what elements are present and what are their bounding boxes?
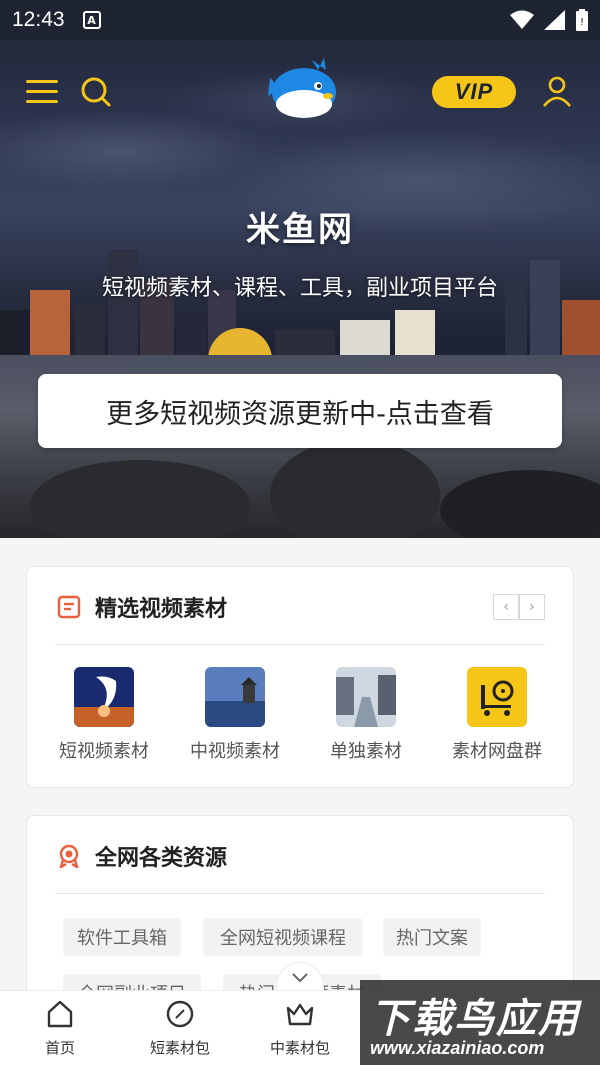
pufferfish-logo[interactable] — [262, 52, 340, 122]
more-resources-button[interactable]: 更多短视频资源更新中-点击查看 — [38, 374, 562, 448]
card-header: 全网各类资源 — [27, 816, 573, 894]
featured-item-label: 短视频素材 — [59, 741, 149, 762]
wifi-icon — [510, 10, 534, 29]
resource-tag[interactable]: 热门文案 — [383, 918, 481, 956]
lake-pagoda-thumb — [205, 667, 265, 727]
watermark-url: www.xiazainiao.com — [370, 1038, 545, 1058]
hero-header: VIP — [0, 58, 600, 120]
vip-button[interactable]: VIP — [432, 76, 516, 108]
carousel-arrows: ‹ › — [493, 594, 545, 620]
tab-label: 首页 — [44, 1039, 75, 1057]
compass-icon — [166, 1000, 194, 1028]
featured-item-label: 素材网盘群 — [452, 741, 542, 762]
featured-item[interactable]: 单独素材 — [306, 663, 426, 763]
search-icon[interactable] — [80, 76, 112, 108]
tab-home[interactable]: 首页 — [15, 999, 105, 1058]
featured-video-card: 精选视频素材 ‹ › 短视频素材 中视频素材 单独素材 素材网盘群 — [26, 566, 574, 788]
chevron-right-icon[interactable]: › — [519, 594, 545, 620]
watermark-title: 下载鸟应用 — [370, 996, 580, 1042]
tab-label: 短素材包 — [149, 1039, 210, 1057]
home-icon — [47, 1000, 73, 1028]
film-cart-thumb — [467, 667, 527, 727]
moon-figure-thumb — [74, 667, 134, 727]
hero-subtitle: 短视频素材、课程、工具，副业项目平台 — [101, 276, 498, 301]
tab-label: 中素材包 — [269, 1039, 330, 1057]
signal-icon — [544, 10, 565, 30]
featured-item[interactable]: 中视频素材 — [175, 663, 295, 763]
menu-icon[interactable] — [26, 80, 58, 106]
chevron-left-icon[interactable]: ‹ — [493, 594, 519, 620]
chevron-down-icon — [292, 972, 308, 982]
divider — [55, 644, 545, 645]
featured-items: 短视频素材 中视频素材 单独素材 素材网盘群 — [27, 663, 573, 763]
featured-item-label: 单独素材 — [330, 741, 402, 762]
card-header: 精选视频素材 ‹ › — [27, 567, 573, 645]
featured-item-label: 中视频素材 — [190, 741, 280, 762]
watermark: 下载鸟应用 www.xiazainiao.com — [360, 980, 600, 1065]
card-title: 全网各类资源 — [95, 846, 228, 871]
user-icon[interactable] — [540, 74, 574, 108]
featured-item[interactable]: 素材网盘群 — [437, 663, 557, 763]
notification-badge: A — [82, 11, 101, 29]
resource-tag[interactable]: 全网短视频课程 — [203, 918, 363, 956]
tab-medium-pack[interactable]: 中素材包 — [255, 999, 345, 1058]
status-bar: 12:43 A ! — [0, 0, 600, 40]
crown-icon — [286, 1003, 314, 1026]
old-street-thumb — [336, 667, 396, 727]
svg-text:!: ! — [580, 17, 584, 28]
resource-tag[interactable]: 软件工具箱 — [63, 918, 181, 956]
featured-item[interactable]: 短视频素材 — [44, 663, 164, 763]
battery-icon: ! — [576, 9, 588, 31]
card-title: 精选视频素材 — [95, 597, 228, 622]
divider — [55, 893, 545, 894]
tab-short-pack[interactable]: 短素材包 — [135, 999, 225, 1058]
hero-title: 米鱼网 — [246, 210, 354, 250]
document-icon — [57, 595, 81, 619]
ribbon-icon — [59, 844, 79, 868]
status-time: 12:43 — [12, 8, 65, 31]
hero-banner: VIP 米鱼网 短视频素材、课程、工具，副业项目平台 更多短视频资源更新中-点击… — [0, 40, 600, 538]
